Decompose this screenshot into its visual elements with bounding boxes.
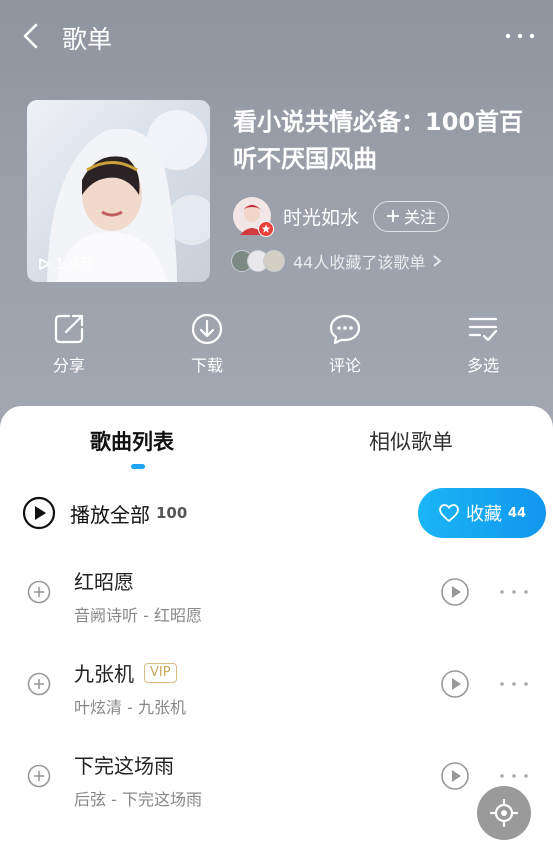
play-all-button[interactable]: 播放全部 100 [22, 496, 187, 530]
song-count: 100 [156, 504, 188, 522]
locate-current-song-button[interactable] [477, 786, 531, 840]
multi-select-button[interactable]: 多选 [443, 312, 523, 376]
tab-similar-playlists[interactable]: 相似歌单 [369, 426, 453, 456]
playlist-title: 看小说共情必备：100首百听不厌国风曲 [233, 108, 524, 173]
back-icon[interactable] [18, 22, 46, 50]
song-title-row: 红昭愿 [74, 566, 134, 595]
playlist-cover[interactable]: 1.9万 [27, 100, 210, 282]
follow-label: 关注 [404, 208, 437, 227]
collect-button[interactable]: 收藏 44 [418, 488, 546, 538]
song-row[interactable]: 下完这场雨 后弦 - 下完这场雨 [0, 742, 553, 822]
add-circle-icon[interactable] [27, 580, 51, 604]
share-button[interactable]: 分享 [29, 312, 109, 376]
collectors-text: 44人收藏了该歌单 [293, 253, 426, 272]
follow-button[interactable]: 关注 [373, 200, 450, 232]
share-label: 分享 [52, 356, 85, 375]
song-artist-album: 叶炫清 - 九张机 [74, 698, 186, 717]
multi-select-icon [468, 317, 498, 342]
song-title: 下完这场雨 [74, 754, 174, 778]
more-icon[interactable] [498, 584, 530, 600]
comment-icon [329, 314, 361, 345]
song-list-sheet: 歌曲列表 相似歌单 播放全部 100 收藏 44 红昭愿 音阙诗听 - 红昭愿 [0, 406, 553, 843]
comment-button[interactable]: 评论 [305, 312, 385, 376]
add-circle-icon[interactable] [27, 672, 51, 696]
active-tab-indicator [131, 464, 145, 469]
plus-icon [387, 210, 400, 222]
download-label: 下载 [190, 356, 223, 375]
comment-label: 评论 [328, 356, 361, 375]
download-icon [191, 313, 223, 345]
multi-select-label: 多选 [466, 356, 499, 375]
playlist-header-area: 歌单 1.9万 看小说共情必备：100首百听不厌国风曲 时光如水 关注 44人收… [0, 0, 553, 430]
play-song-icon[interactable] [441, 578, 469, 606]
add-circle-icon[interactable] [27, 764, 51, 788]
play-count: 1.9万 [37, 253, 94, 274]
collectors-row[interactable]: 44人收藏了该歌单 [231, 248, 443, 274]
creator-avatar[interactable] [233, 197, 274, 237]
action-bar: 分享 下载 评论 多选 [0, 312, 553, 382]
song-row[interactable]: 红昭愿 音阙诗听 - 红昭愿 [0, 558, 553, 638]
song-title: 红昭愿 [74, 570, 134, 594]
song-row[interactable]: 九张机 VIP 叶炫清 - 九张机 [0, 650, 553, 730]
collect-count: 44 [507, 505, 527, 521]
song-title-row: 九张机 VIP [74, 658, 177, 687]
play-song-icon[interactable] [441, 762, 469, 790]
chevron-right-icon [433, 255, 442, 267]
creator-badge-icon [258, 221, 274, 237]
creator-name[interactable]: 时光如水 [283, 203, 359, 230]
play-all-label: 播放全部 [70, 502, 150, 527]
play-circle-icon [22, 496, 56, 530]
tab-song-list[interactable]: 歌曲列表 [90, 426, 174, 456]
locate-icon [490, 799, 518, 827]
more-options-icon[interactable] [503, 22, 537, 50]
heart-icon [439, 504, 459, 522]
more-icon[interactable] [498, 768, 530, 784]
download-button[interactable]: 下载 [167, 312, 247, 376]
play-small-icon [39, 257, 50, 270]
song-artist-album: 后弦 - 下完这场雨 [74, 790, 202, 809]
song-title: 九张机 [74, 662, 134, 686]
collector-avatar [263, 250, 285, 272]
play-count-value: 1.9万 [55, 255, 94, 273]
vip-badge: VIP [144, 662, 177, 683]
top-bar: 歌单 [0, 14, 553, 58]
page-title: 歌单 [62, 25, 113, 54]
more-icon[interactable] [498, 676, 530, 692]
collect-label: 收藏 [465, 504, 502, 525]
play-song-icon[interactable] [441, 670, 469, 698]
creator-row: 时光如水 关注 [233, 196, 450, 237]
song-artist-album: 音阙诗听 - 红昭愿 [74, 606, 202, 625]
song-title-row: 下完这场雨 [74, 750, 174, 779]
share-icon [54, 314, 84, 344]
